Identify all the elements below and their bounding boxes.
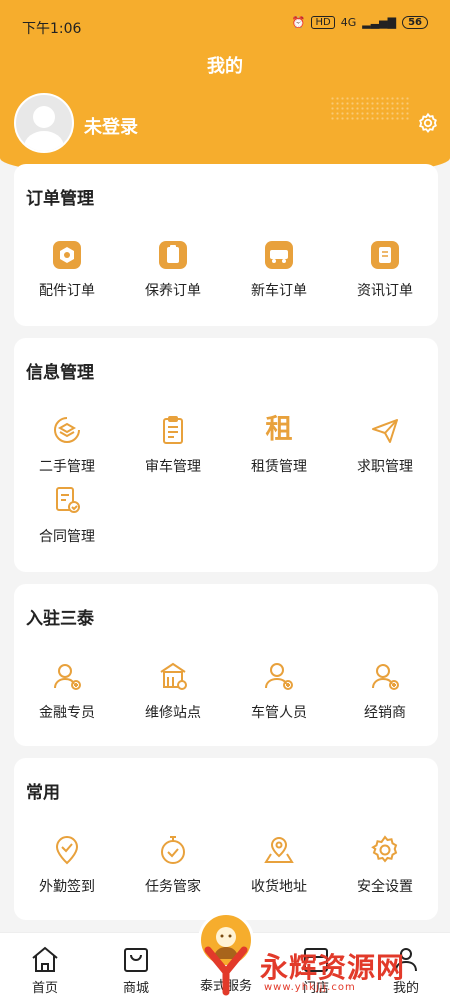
battery-indicator: 56	[402, 16, 428, 29]
security-settings-label: 安全设置	[357, 879, 413, 895]
location-check-icon	[55, 836, 79, 865]
info-management-title: 信息管理	[26, 363, 94, 383]
status-icons: ⏰ HD 4G ▂▃▅▇ 56	[292, 16, 428, 29]
used-car-icon	[54, 417, 80, 443]
gear-icon	[419, 112, 437, 133]
user-icon	[24, 106, 64, 151]
new-car-order-label: 新车订单	[251, 283, 307, 299]
order-management-title: 订单管理	[26, 189, 94, 209]
parts-order-button[interactable]: 配件订单	[14, 240, 120, 300]
job-management-label: 求职管理	[357, 459, 413, 475]
task-manager-button[interactable]: 任务管家	[120, 834, 226, 896]
parts-order-icon	[53, 241, 81, 269]
avatar[interactable]	[14, 93, 74, 153]
watermark-logo-icon	[204, 946, 248, 996]
dealer-label: 经销商	[364, 705, 406, 721]
decor-dots	[330, 96, 410, 120]
watermark-text: 永辉资源网	[260, 951, 406, 984]
map-pin-icon	[264, 837, 294, 863]
home-icon	[32, 946, 58, 972]
status-bar: 下午1:06 ⏰ HD 4G ▂▃▅▇ 56	[0, 0, 450, 52]
task-manager-label: 任务管家	[145, 879, 201, 895]
dealer-button[interactable]: 经销商	[332, 660, 438, 722]
rental-management-label: 租赁管理	[251, 459, 307, 475]
alarm-icon: ⏰	[291, 16, 306, 29]
repair-station-label: 维修站点	[145, 705, 201, 721]
info-management-card: 信息管理 二手管理 审车管理 租 租赁管理 求职管理 合同管理	[14, 338, 438, 572]
status-time: 下午1:06	[22, 21, 82, 37]
hd-badge: HD	[311, 16, 335, 29]
contract-management-label: 合同管理	[39, 529, 95, 545]
page-title: 我的	[207, 56, 243, 77]
shipping-address-button[interactable]: 收货地址	[226, 834, 332, 896]
finance-specialist-label: 金融专员	[39, 705, 95, 721]
vehicle-inspection-label: 审车管理	[145, 459, 201, 475]
contract-icon	[56, 487, 80, 513]
new-car-order-button[interactable]: 新车订单	[226, 240, 332, 300]
nav-mall[interactable]: 商城	[106, 945, 166, 996]
finance-specialist-icon	[54, 664, 81, 690]
watermark-url: www.yhkjjj.com	[264, 982, 356, 993]
used-car-management-button[interactable]: 二手管理	[14, 414, 120, 476]
login-prompt[interactable]: 未登录	[84, 113, 138, 139]
news-order-icon	[371, 241, 399, 269]
vehicle-admin-icon	[265, 663, 293, 690]
maintenance-order-icon	[159, 241, 187, 269]
vehicle-admin-label: 车管人员	[251, 705, 307, 721]
dealer-icon	[372, 664, 399, 690]
maintenance-order-button[interactable]: 保养订单	[120, 240, 226, 300]
contract-management-button[interactable]: 合同管理	[14, 484, 120, 546]
network-label: 4G	[340, 16, 357, 29]
job-management-button[interactable]: 求职管理	[332, 414, 438, 476]
maintenance-order-label: 保养订单	[145, 283, 201, 299]
news-order-button[interactable]: 资讯订单	[332, 240, 438, 300]
nav-home-label: 首页	[31, 981, 58, 996]
vehicle-inspection-button[interactable]: 审车管理	[120, 414, 226, 476]
new-car-order-icon	[265, 241, 293, 269]
used-car-management-label: 二手管理	[39, 459, 95, 475]
order-management-card: 订单管理 配件订单 保养订单 新车订单 资讯订单	[14, 164, 438, 326]
rent-icon: 租	[265, 414, 293, 445]
paper-plane-icon	[372, 419, 398, 443]
common-card: 常用 外勤签到 任务管家 收货地址 安全设置	[14, 758, 438, 920]
field-checkin-button[interactable]: 外勤签到	[14, 834, 120, 896]
shipping-address-label: 收货地址	[251, 879, 307, 895]
join-card: 入驻三泰 金融专员 维修站点 车管人员 经销商	[14, 584, 438, 746]
join-title: 入驻三泰	[26, 609, 94, 629]
news-order-label: 资讯订单	[357, 283, 413, 299]
nav-home[interactable]: 首页	[15, 945, 75, 996]
gear-icon	[371, 835, 398, 863]
parts-order-label: 配件订单	[39, 283, 95, 299]
finance-specialist-button[interactable]: 金融专员	[14, 660, 120, 722]
repair-station-icon	[160, 662, 187, 690]
signal-icon: ▂▃▅▇	[362, 16, 397, 29]
nav-mall-label: 商城	[122, 981, 149, 996]
field-checkin-label: 外勤签到	[39, 879, 95, 895]
security-settings-button[interactable]: 安全设置	[332, 834, 438, 896]
repair-station-button[interactable]: 维修站点	[120, 660, 226, 722]
watermark: 永辉资源网 www.yhkjjj.com	[200, 940, 440, 996]
clipboard-icon	[163, 416, 183, 444]
shopping-bag-icon	[124, 948, 148, 972]
common-title: 常用	[26, 783, 60, 803]
settings-button[interactable]	[417, 112, 439, 134]
rental-management-button[interactable]: 租 租赁管理	[226, 414, 332, 476]
timer-check-icon	[161, 836, 185, 864]
vehicle-admin-button[interactable]: 车管人员	[226, 660, 332, 722]
